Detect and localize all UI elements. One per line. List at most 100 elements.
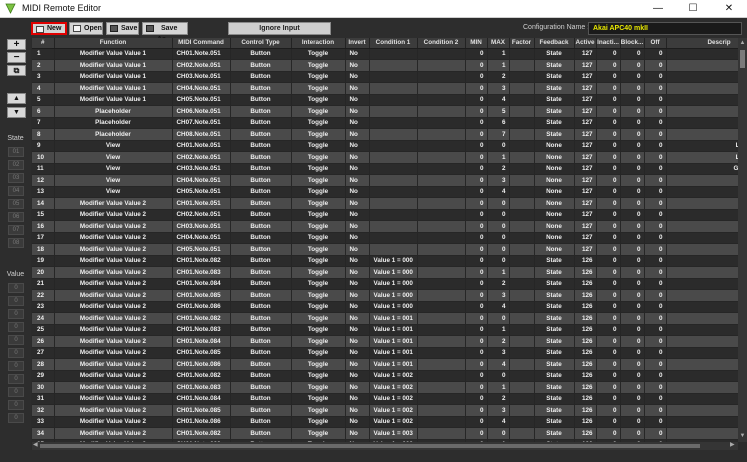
table-row[interactable]: 33 Modifier Value Value 2 CH01.Note.086 But… [32, 416, 738, 428]
cell-feedback[interactable]: State [534, 393, 575, 405]
cell-factor[interactable] [509, 186, 535, 198]
cell-off[interactable]: 0 [644, 48, 667, 60]
table-row[interactable]: 1 Modifier Value Value 1 CH01.Note.051 Butt… [32, 48, 738, 60]
cell-factor[interactable] [509, 427, 535, 440]
cell-min[interactable]: 0 [465, 427, 488, 440]
table-row[interactable]: 4 Modifier Value Value 1 CH04.Note.051 Butt… [32, 82, 738, 95]
cell-invert[interactable]: No [345, 71, 370, 83]
cell-condition-1[interactable] [369, 48, 418, 60]
cell-interaction[interactable]: Toggle [291, 278, 346, 290]
state-slot[interactable]: 04 [8, 186, 24, 196]
cell-midi-command[interactable]: CH01.Note.084 [172, 278, 231, 290]
cell-interaction[interactable]: Toggle [291, 197, 346, 210]
cell-factor[interactable] [509, 197, 535, 210]
cell-feedback[interactable]: None [534, 151, 575, 164]
cell-factor[interactable] [509, 278, 535, 290]
cell-function[interactable]: Modifier Value Value 2 [54, 416, 173, 428]
cell-inactive[interactable]: 0 [596, 427, 621, 440]
cell-feedback[interactable]: None [534, 163, 575, 175]
cell-midi-command[interactable]: CH01.Note.083 [172, 266, 231, 279]
cell-interaction[interactable]: Toggle [291, 358, 346, 371]
table-row[interactable]: 29 Modifier Value Value 2 CH01.Note.082 But… [32, 370, 738, 382]
cell-control-type[interactable]: Button [230, 71, 292, 83]
cell-control-type[interactable]: Button [230, 197, 292, 210]
cell-max[interactable]: 3 [487, 82, 510, 95]
table-row[interactable]: 6 Placeholder CH06.Note.051 Button Toggle No 0… [32, 105, 738, 118]
cell-inactive[interactable]: 0 [596, 209, 621, 221]
cell-feedback[interactable]: State [534, 59, 575, 72]
cell-active[interactable]: 127 [574, 128, 597, 141]
cell-min[interactable]: 0 [465, 151, 488, 164]
cell-blocked[interactable]: 0 [620, 278, 645, 290]
cell-max[interactable]: 4 [487, 94, 510, 106]
cell-min[interactable]: 0 [465, 94, 488, 106]
value-slot[interactable]: 0 [8, 296, 24, 306]
cell-midi-command[interactable]: CH01.Note.082 [172, 255, 231, 267]
cell-inactive[interactable]: 0 [596, 71, 621, 83]
value-slot[interactable]: 0 [8, 400, 24, 410]
cell-description[interactable]: Place 08 [666, 278, 738, 290]
cell-factor[interactable] [509, 416, 535, 428]
cell-feedback[interactable]: None [534, 209, 575, 221]
cell-off[interactable]: 0 [644, 186, 667, 198]
cell-invert[interactable]: No [345, 174, 370, 187]
cell-description[interactable]: Place 01 [666, 312, 738, 325]
cell-off[interactable]: 0 [644, 174, 667, 187]
header-col-interaction[interactable]: Interaction [291, 38, 346, 49]
cell-factor[interactable] [509, 163, 535, 175]
cell-inactive[interactable]: 0 [596, 381, 621, 394]
cell-min[interactable]: 0 [465, 324, 488, 336]
cell-min[interactable]: 0 [465, 266, 488, 279]
cell-max[interactable]: 4 [487, 186, 510, 198]
cell-blocked[interactable]: 0 [620, 197, 645, 210]
cell-inactive[interactable]: 0 [596, 197, 621, 210]
cell-max[interactable]: 3 [487, 289, 510, 302]
table-row[interactable]: 10 View CH02.Note.051 Button Toggle No 0 1 None 1… [32, 151, 738, 164]
cell-function[interactable]: Modifier Value Value 1 [54, 48, 173, 60]
cell-max[interactable]: 2 [487, 393, 510, 405]
cell-description[interactable]: Group C [666, 71, 738, 83]
cell-function[interactable]: Placeholder [54, 105, 173, 118]
cell-max[interactable]: 1 [487, 59, 510, 72]
cell-description[interactable]: Presets [666, 416, 738, 428]
cell-function[interactable]: Modifier Value Value 2 [54, 393, 173, 405]
cell-blocked[interactable]: 0 [620, 427, 645, 440]
cell-blocked[interactable]: 0 [620, 209, 645, 221]
cell-factor[interactable] [509, 370, 535, 382]
cell-midi-command[interactable]: CH07.Note.051 [172, 117, 231, 129]
cell-interaction[interactable]: Toggle [291, 140, 346, 152]
cell-index[interactable]: 18 [32, 243, 55, 256]
cell-max[interactable]: 5 [487, 105, 510, 118]
cell-off[interactable]: 0 [644, 71, 667, 83]
table-row[interactable]: 7 Placeholder CH07.Note.051 Button Toggle No 0… [32, 117, 738, 129]
cell-condition-1[interactable] [369, 232, 418, 244]
cell-inactive[interactable]: 0 [596, 174, 621, 187]
cell-factor[interactable] [509, 255, 535, 267]
cell-active[interactable]: 127 [574, 243, 597, 256]
cell-index[interactable]: 33 [32, 416, 55, 428]
cell-max[interactable]: 0 [487, 312, 510, 325]
cell-max[interactable]: 1 [487, 324, 510, 336]
move-down-button[interactable]: ▼ [7, 107, 26, 118]
cell-min[interactable]: 0 [465, 243, 488, 256]
cell-factor[interactable] [509, 232, 535, 244]
cell-control-type[interactable]: Button [230, 324, 292, 336]
cell-control-type[interactable]: Button [230, 427, 292, 440]
cell-min[interactable]: 0 [465, 370, 488, 382]
cell-function[interactable]: Modifier Value Value 1 [54, 59, 173, 72]
cell-description[interactable]: Timeli [666, 94, 738, 106]
cell-control-type[interactable]: Button [230, 117, 292, 129]
cell-invert[interactable]: No [345, 255, 370, 267]
value-slot[interactable]: 0 [8, 283, 24, 293]
cell-off[interactable]: 0 [644, 358, 667, 371]
cell-description[interactable]: Reset Su [666, 220, 738, 233]
cell-index[interactable]: 32 [32, 404, 55, 417]
cell-index[interactable]: 25 [32, 324, 55, 336]
cell-condition-2[interactable] [417, 174, 466, 187]
cell-index[interactable]: 20 [32, 266, 55, 279]
cell-condition-2[interactable] [417, 404, 466, 417]
cell-control-type[interactable]: Button [230, 48, 292, 60]
cell-control-type[interactable]: Button [230, 209, 292, 221]
cell-active[interactable]: 126 [574, 266, 597, 279]
cell-invert[interactable]: No [345, 232, 370, 244]
